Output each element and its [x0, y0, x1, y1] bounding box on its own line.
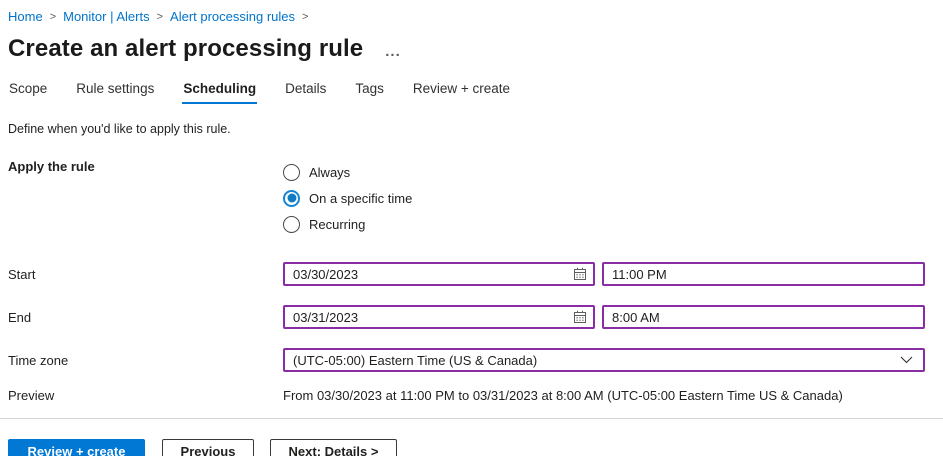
end-date-value: 03/31/2023: [293, 310, 358, 325]
tab-scope[interactable]: Scope: [8, 79, 48, 104]
chevron-down-icon: [900, 356, 913, 364]
end-time-input[interactable]: 8:00 AM: [602, 305, 925, 329]
breadcrumb-separator-icon: >: [50, 8, 56, 26]
preview-text: From 03/30/2023 at 11:00 PM to 03/31/202…: [283, 388, 843, 403]
tab-review-create[interactable]: Review + create: [412, 79, 511, 104]
breadcrumb-alert-processing-rules-link[interactable]: Alert processing rules: [170, 8, 295, 26]
preview-row: Preview From 03/30/2023 at 11:00 PM to 0…: [8, 388, 943, 403]
apply-rule-radio-group: Always On a specific time Recurring: [283, 159, 412, 237]
time-zone-value: (UTC-05:00) Eastern Time (US & Canada): [293, 353, 537, 368]
breadcrumb-separator-icon: >: [157, 8, 163, 26]
time-zone-row: Time zone (UTC-05:00) Eastern Time (US &…: [8, 348, 943, 372]
end-row: End 03/31/2023 8:00 AM: [8, 305, 943, 329]
radio-option-label: Recurring: [309, 217, 365, 232]
previous-button[interactable]: Previous: [162, 439, 254, 456]
review-create-button[interactable]: Review + create: [8, 439, 145, 456]
radio-option-recurring[interactable]: Recurring: [283, 211, 412, 237]
start-date-value: 03/30/2023: [293, 267, 358, 282]
create-alert-processing-rule-page: Home > Monitor | Alerts > Alert processi…: [0, 0, 943, 456]
wizard-tabs: Scope Rule settings Scheduling Details T…: [8, 79, 943, 104]
footer-divider: [0, 418, 943, 419]
radio-option-on-a-specific-time[interactable]: On a specific time: [283, 185, 412, 211]
radio-unselected-icon: [283, 164, 300, 181]
calendar-icon[interactable]: [573, 310, 587, 324]
apply-rule-row: Apply the rule Always On a specific time…: [8, 159, 943, 237]
tab-rule-settings[interactable]: Rule settings: [75, 79, 155, 104]
breadcrumb: Home > Monitor | Alerts > Alert processi…: [8, 8, 943, 26]
start-time-value: 11:00 PM: [612, 267, 667, 282]
radio-option-label: Always: [309, 165, 350, 180]
calendar-icon[interactable]: [573, 267, 587, 281]
tab-tags[interactable]: Tags: [354, 79, 385, 104]
radio-selected-icon: [283, 190, 300, 207]
breadcrumb-monitor-alerts-link[interactable]: Monitor | Alerts: [63, 8, 149, 26]
start-date-input[interactable]: 03/30/2023: [283, 262, 595, 286]
end-date-input[interactable]: 03/31/2023: [283, 305, 595, 329]
time-zone-dropdown[interactable]: (UTC-05:00) Eastern Time (US & Canada): [283, 348, 925, 372]
scheduling-description: Define when you'd like to apply this rul…: [8, 122, 943, 136]
title-row: Create an alert processing rule ...: [8, 35, 943, 63]
preview-label: Preview: [8, 388, 283, 403]
page-title: Create an alert processing rule: [8, 35, 363, 63]
start-label: Start: [8, 267, 283, 282]
more-options-icon[interactable]: ...: [385, 41, 401, 57]
radio-unselected-icon: [283, 216, 300, 233]
apply-rule-label: Apply the rule: [8, 159, 283, 174]
end-time-value: 8:00 AM: [612, 310, 660, 325]
footer-actions: Review + create Previous Next: Details >: [8, 439, 943, 456]
next-details-button[interactable]: Next: Details >: [270, 439, 397, 456]
start-time-input[interactable]: 11:00 PM: [602, 262, 925, 286]
tab-scheduling[interactable]: Scheduling: [182, 79, 257, 104]
breadcrumb-home-link[interactable]: Home: [8, 8, 43, 26]
radio-option-label: On a specific time: [309, 191, 412, 206]
time-zone-label: Time zone: [8, 353, 283, 368]
breadcrumb-separator-icon: >: [302, 8, 308, 26]
radio-option-always[interactable]: Always: [283, 159, 412, 185]
end-label: End: [8, 310, 283, 325]
tab-details[interactable]: Details: [284, 79, 327, 104]
start-row: Start 03/30/2023 11:00 PM: [8, 262, 943, 286]
